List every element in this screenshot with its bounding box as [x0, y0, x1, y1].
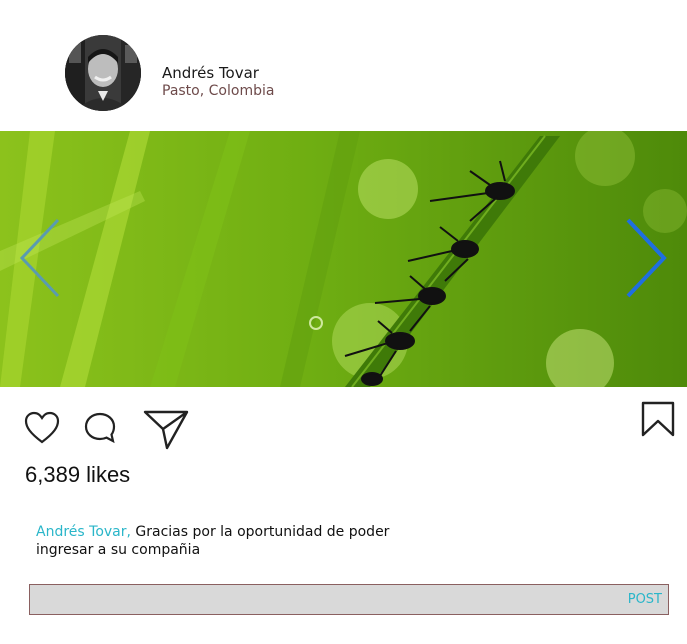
comment-bar: POST — [29, 584, 669, 615]
likes-count[interactable]: 6,389 likes — [25, 462, 130, 488]
post-caption: Andrés Tovar, Gracias por la oportunidad… — [36, 523, 416, 559]
post-header: Andrés Tovar Pasto, Colombia — [0, 0, 687, 131]
chevron-left-icon — [19, 218, 60, 298]
speech-bubble-icon — [84, 412, 116, 444]
bookmark-icon — [641, 401, 675, 437]
avatar-image — [65, 35, 141, 111]
share-button[interactable] — [143, 409, 189, 455]
author-name[interactable]: Andrés Tovar — [162, 64, 259, 82]
caption-author-link[interactable]: Andrés Tovar, — [36, 524, 131, 540]
post-comment-button[interactable]: POST — [628, 592, 662, 607]
author-location[interactable]: Pasto, Colombia — [162, 83, 274, 99]
save-button[interactable] — [641, 401, 675, 441]
previous-image-button[interactable] — [18, 216, 62, 300]
paper-plane-icon — [143, 410, 189, 450]
chevron-right-icon — [626, 218, 667, 298]
comment-input[interactable] — [30, 585, 626, 614]
post-image[interactable] — [0, 131, 687, 387]
comment-button[interactable] — [83, 411, 117, 449]
ants-on-grass-photo — [0, 131, 687, 387]
like-button[interactable] — [24, 411, 60, 449]
post-actions — [0, 400, 687, 460]
next-image-button[interactable] — [624, 216, 668, 300]
heart-icon — [24, 411, 60, 444]
avatar[interactable] — [65, 35, 141, 111]
